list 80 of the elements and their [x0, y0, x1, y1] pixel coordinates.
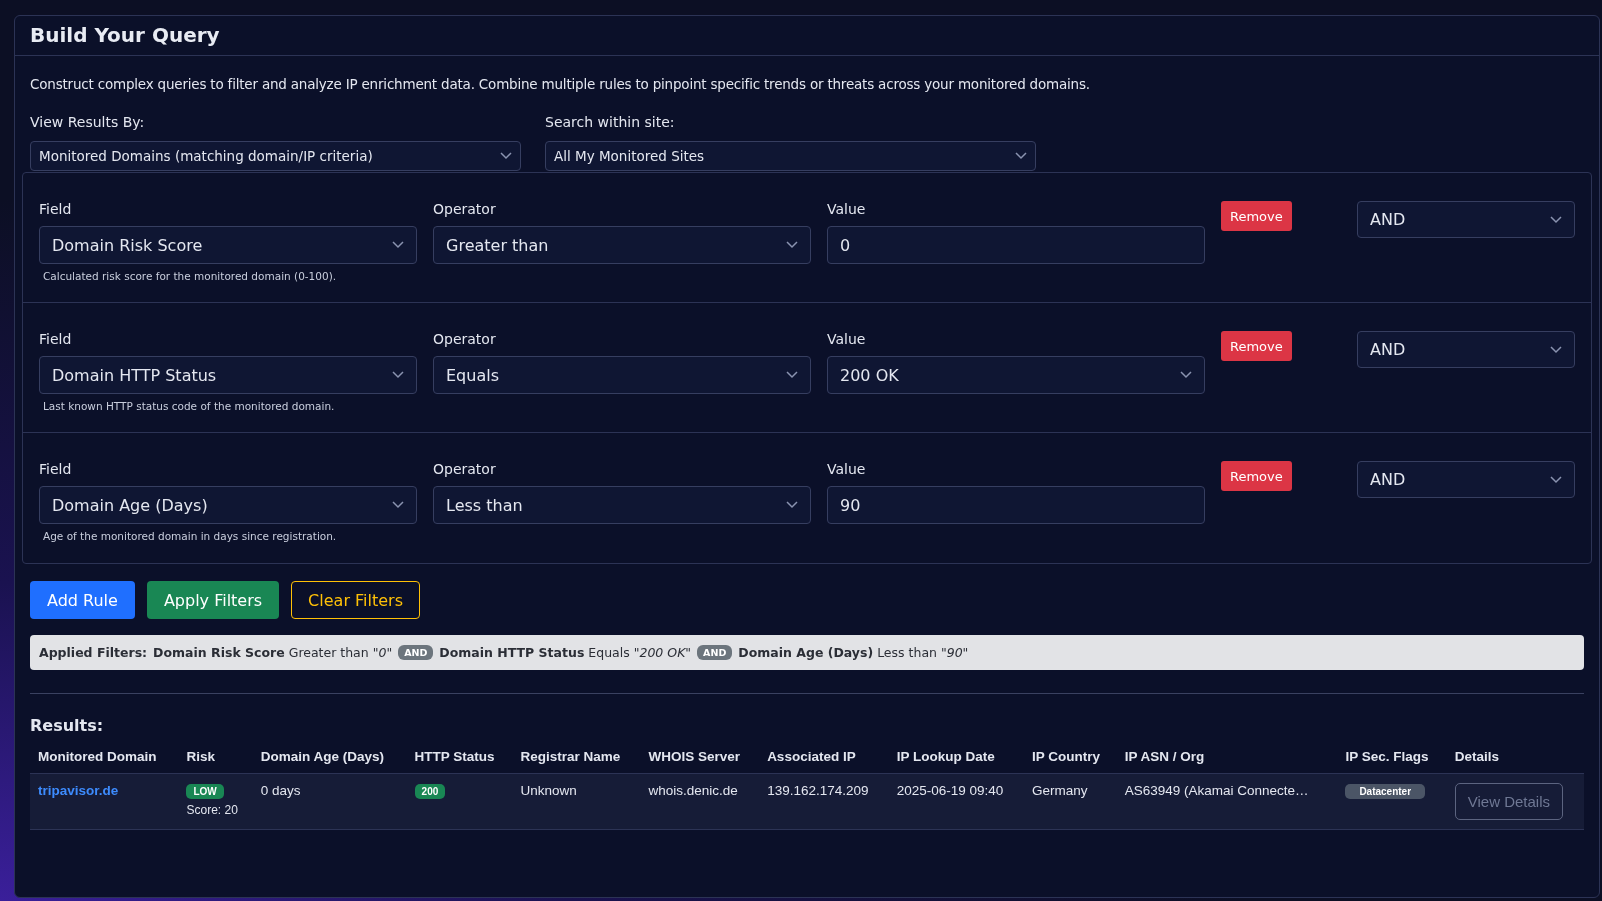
- operator-select[interactable]: Greater than: [433, 226, 811, 264]
- column-header: Associated IP: [759, 749, 889, 774]
- chevron-down-icon: [786, 501, 798, 509]
- connector-select[interactable]: AND: [1357, 201, 1575, 238]
- chevron-down-icon: [392, 241, 404, 249]
- chevron-down-icon: [1550, 345, 1562, 354]
- column-header: Details: [1446, 749, 1584, 774]
- value-label: Value: [827, 201, 867, 217]
- panel-title: Build Your Query: [30, 22, 221, 49]
- table-cell: Unknown: [520, 783, 577, 798]
- column-header: Domain Age (Days): [252, 749, 407, 774]
- risk-score: Score: 20: [186, 803, 239, 817]
- results-heading: Results:: [30, 716, 105, 735]
- operator-select[interactable]: Equals: [433, 356, 811, 394]
- field-select[interactable]: Domain Age (Days): [39, 486, 417, 524]
- field-select[interactable]: Domain Risk Score: [39, 226, 417, 264]
- field-select[interactable]: Domain HTTP Status: [39, 356, 417, 394]
- field-label: Field: [39, 461, 73, 477]
- field-label: Field: [39, 201, 73, 217]
- column-header: IP Lookup Date: [888, 749, 1024, 774]
- operator-select[interactable]: Less than: [433, 486, 811, 524]
- operator-label: Operator: [433, 201, 497, 217]
- connector-select[interactable]: AND: [1357, 331, 1575, 368]
- filter-text: Domain Age (Days) Less than "90": [738, 645, 969, 660]
- help-text: Calculated risk score for the monitored domain (0-100).: [43, 270, 338, 282]
- chevron-down-icon: [392, 501, 404, 509]
- field-label: Search within site:: [545, 114, 676, 130]
- field-label: View Results By:: [30, 114, 146, 130]
- remove-button[interactable]: Remove: [1221, 201, 1292, 231]
- table-cell: AS63949 (Akamai Connecte…: [1124, 783, 1309, 798]
- connector-select[interactable]: AND: [1357, 461, 1575, 498]
- domain-link[interactable]: tripavisor.de: [38, 783, 119, 798]
- chevron-down-icon: [786, 241, 798, 249]
- table-cell: 0 days: [260, 783, 301, 798]
- clear-filters-button[interactable]: Clear Filters: [291, 581, 420, 619]
- apply-filters-button[interactable]: Apply Filters: [146, 581, 280, 619]
- column-header: Monitored Domain: [30, 749, 179, 774]
- chevron-down-icon: [500, 152, 512, 160]
- column-header: IP Sec. Flags: [1337, 749, 1447, 774]
- risk-badge: LOW: [186, 784, 224, 799]
- value-input[interactable]: 0: [827, 226, 1205, 264]
- site-select[interactable]: All My Monitored Sites: [545, 141, 1036, 171]
- table-cell: 2025-06-19 09:40: [896, 783, 1004, 798]
- value-label: Value: [827, 461, 867, 477]
- status-badge: 200: [414, 784, 446, 799]
- chevron-down-icon: [392, 371, 404, 379]
- column-header: Registrar Name: [512, 749, 641, 774]
- value-label: Value: [827, 331, 867, 347]
- remove-button[interactable]: Remove: [1221, 331, 1292, 361]
- column-header: Risk: [178, 749, 253, 774]
- help-text: Age of the monitored domain in days since registration.: [43, 530, 338, 542]
- value-input[interactable]: 90: [827, 486, 1205, 524]
- remove-button[interactable]: Remove: [1221, 461, 1292, 491]
- operator-label: Operator: [433, 331, 497, 347]
- table-cell: whois.denic.de: [648, 783, 738, 798]
- table-cell: Germany: [1032, 783, 1088, 798]
- chevron-down-icon: [1550, 215, 1562, 224]
- chevron-down-icon: [1180, 371, 1192, 379]
- filter-text: Domain Risk Score Greater than "0": [153, 645, 393, 660]
- add-rule-button[interactable]: Add Rule: [30, 581, 135, 619]
- filter-text: Domain HTTP Status Equals "200 OK": [439, 645, 692, 660]
- view-details-button[interactable]: View Details: [1454, 783, 1563, 820]
- field-label: Field: [39, 331, 73, 347]
- view-results-select[interactable]: Monitored Domains (matching domain/IP criteria): [30, 141, 521, 171]
- connector-badge: AND: [697, 645, 733, 660]
- flag-badge: Datacenter: [1345, 784, 1426, 799]
- operator-label: Operator: [433, 461, 497, 477]
- help-text: Last known HTTP status code of the monitored domain.: [43, 400, 336, 412]
- chevron-down-icon: [786, 371, 798, 379]
- chevron-down-icon: [1550, 475, 1562, 484]
- chevron-down-icon: [1015, 152, 1027, 160]
- column-header: IP ASN / Org: [1116, 749, 1338, 774]
- value-select[interactable]: 200 OK: [827, 356, 1205, 394]
- table-cell: 139.162.174.209: [767, 783, 869, 798]
- column-header: WHOIS Server: [640, 749, 760, 774]
- connector-badge: AND: [398, 645, 434, 660]
- column-header: IP Country: [1024, 749, 1117, 774]
- description-text: Construct complex queries to filter and analyze IP enrichment data. Combine multiple rules to pinpoint specific trends or threats across your monitored domains.: [30, 76, 1091, 92]
- applied-filters-label: Applied Filters:: [39, 645, 148, 660]
- column-header: HTTP Status: [406, 749, 513, 774]
